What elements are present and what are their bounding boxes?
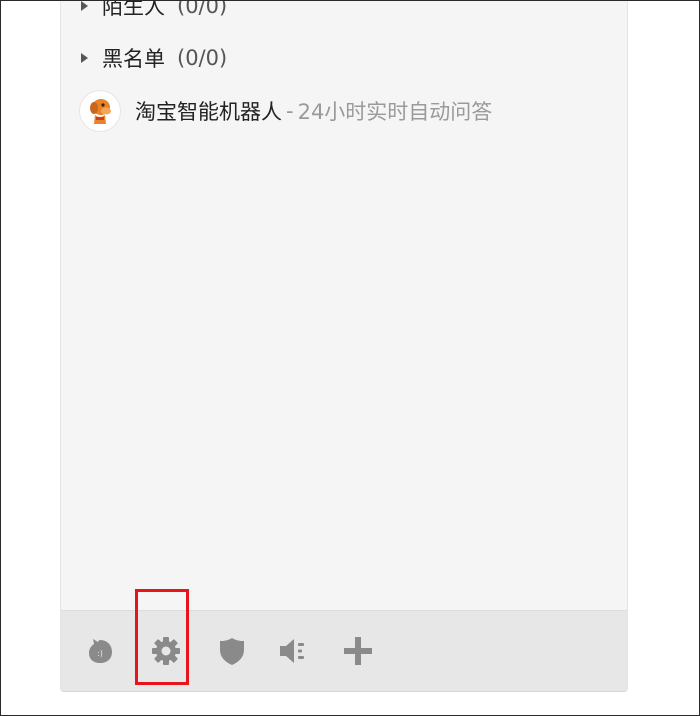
avatar[interactable] [79, 90, 121, 132]
screenshot-frame: 陌生人 (0/0) 黑名单 (0/0) 淘宝智能机器人 - 24小时实时自动问答… [0, 0, 700, 716]
group-name: 陌生人 [102, 1, 165, 19]
group-count: (0/0) [177, 1, 228, 18]
svg-text::): :) [97, 649, 103, 658]
contact-separator: - [286, 99, 294, 123]
group-count: (0/0) [177, 46, 228, 70]
contact-panel: 陌生人 (0/0) 黑名单 (0/0) 淘宝智能机器人 - 24小时实时自动问答… [60, 1, 628, 692]
shield-icon [220, 638, 244, 665]
group-strangers[interactable]: 陌生人 (0/0) [81, 1, 227, 21]
gear-icon [152, 637, 180, 665]
chat-bubble-button[interactable]: :) [81, 632, 119, 670]
group-name: 黑名单 [102, 47, 165, 71]
contact-item-taobao-robot[interactable]: 淘宝智能机器人 - 24小时实时自动问答 [79, 90, 492, 132]
sound-button[interactable] [275, 632, 313, 670]
chat-bubble-icon: :) [89, 639, 112, 663]
plus-icon [344, 637, 372, 665]
security-button[interactable] [213, 632, 251, 670]
add-button[interactable] [339, 632, 377, 670]
group-blacklist[interactable]: 黑名单 (0/0) [81, 43, 227, 73]
expand-arrow-icon[interactable] [81, 1, 88, 11]
contact-name: 淘宝智能机器人 [135, 100, 282, 124]
settings-button[interactable] [147, 632, 185, 670]
robot-avatar-icon [90, 99, 111, 124]
contact-description: 24小时实时自动问答 [297, 100, 493, 124]
expand-arrow-icon[interactable] [81, 53, 88, 63]
bottom-toolbar: :) [61, 610, 627, 691]
speaker-icon [280, 639, 304, 663]
